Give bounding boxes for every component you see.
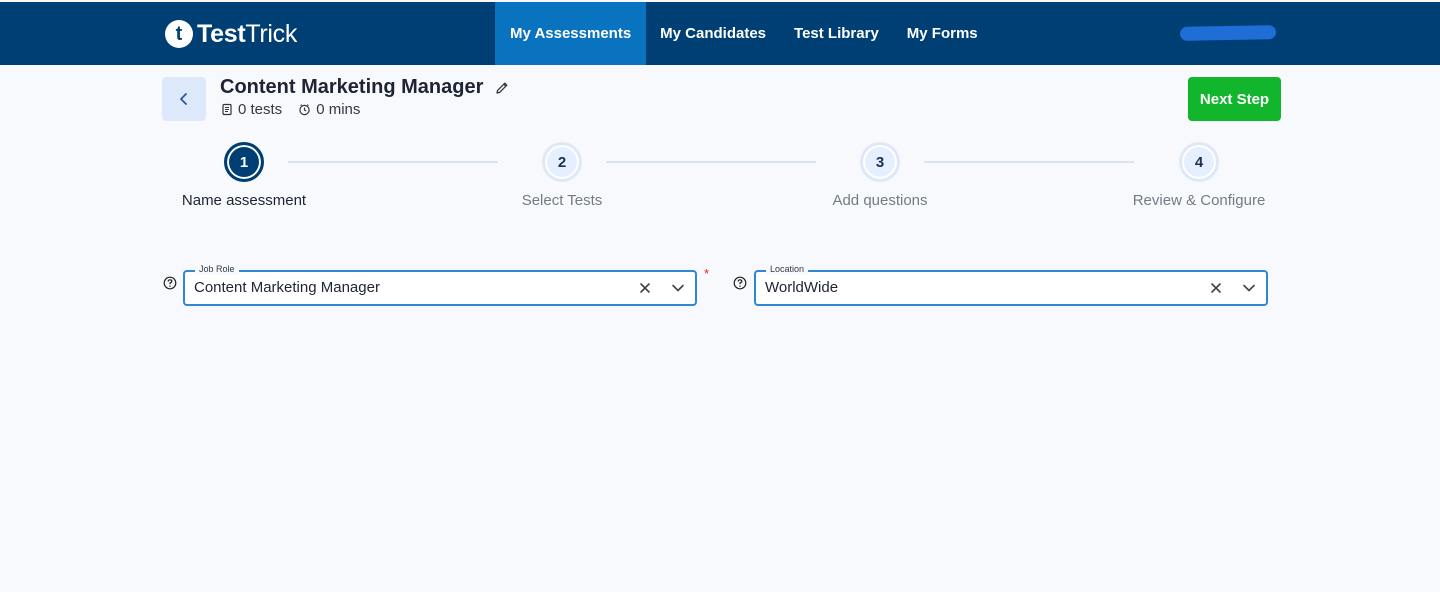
job-role-select[interactable]: Job Role Content Marketing Manager bbox=[183, 263, 697, 306]
step-connector bbox=[606, 161, 816, 163]
location-value: WorldWide bbox=[765, 279, 839, 296]
tests-count: 0 tests bbox=[221, 101, 282, 118]
chevron-down-icon[interactable] bbox=[1242, 283, 1256, 293]
assessment-meta: 0 tests 0 mins bbox=[221, 101, 376, 118]
required-indicator: * bbox=[704, 266, 710, 281]
step-connector bbox=[924, 161, 1134, 163]
close-icon[interactable] bbox=[639, 282, 651, 294]
step-4-label: Review & Configure bbox=[1132, 192, 1266, 209]
brand-logo[interactable]: t TestTrick bbox=[165, 18, 297, 50]
brand-name: TestTrick bbox=[197, 20, 297, 49]
chevron-down-icon[interactable] bbox=[671, 283, 685, 293]
question-circle-icon[interactable] bbox=[733, 276, 747, 290]
nav-test-library[interactable]: Test Library bbox=[780, 2, 893, 65]
tests-count-text: 0 tests bbox=[238, 101, 283, 118]
back-arrow-icon bbox=[180, 93, 187, 105]
brand-name-bold: Test bbox=[197, 19, 246, 48]
clock-icon bbox=[299, 104, 310, 116]
nav-my-candidates[interactable]: My Candidates bbox=[646, 2, 780, 65]
step-1-label: Name assessment bbox=[181, 192, 307, 209]
duration-text: 0 mins bbox=[316, 101, 361, 118]
document-icon bbox=[222, 103, 232, 116]
job-role-label: Job Role bbox=[195, 263, 239, 275]
job-role-value: Content Marketing Manager bbox=[194, 279, 380, 296]
top-nav-bar: t TestTrick My Assessments My Candidates… bbox=[0, 2, 1440, 65]
close-icon[interactable] bbox=[1210, 282, 1222, 294]
step-3-label: Add questions bbox=[832, 192, 928, 209]
brand-logo-mark: t bbox=[165, 20, 193, 48]
nav-my-forms[interactable]: My Forms bbox=[893, 2, 992, 65]
main-nav: My Assessments My Candidates Test Librar… bbox=[495, 2, 992, 65]
pencil-icon[interactable] bbox=[494, 80, 510, 96]
step-1-circle[interactable]: 1 bbox=[224, 142, 264, 182]
user-menu-redacted[interactable] bbox=[1179, 25, 1277, 41]
step-2-label: Select Tests bbox=[521, 192, 603, 209]
progress-stepper: 1 2 3 4 Name assessment Select Tests Add… bbox=[0, 140, 1440, 220]
back-button[interactable] bbox=[162, 77, 206, 121]
step-4-circle[interactable]: 4 bbox=[1179, 142, 1219, 182]
duration: 0 mins bbox=[298, 101, 360, 118]
location-label: Location bbox=[766, 263, 809, 275]
nav-my-assessments[interactable]: My Assessments bbox=[495, 2, 647, 65]
step-2-circle[interactable]: 2 bbox=[542, 142, 582, 182]
brand-name-light: Trick bbox=[245, 19, 298, 48]
next-step-button[interactable]: Next Step bbox=[1188, 77, 1281, 121]
assessment-title: Content Marketing Manager bbox=[220, 76, 484, 98]
location-select[interactable]: Location WorldWide bbox=[754, 263, 1268, 306]
question-circle-icon[interactable] bbox=[163, 276, 177, 290]
step-connector bbox=[288, 161, 498, 163]
step-3-circle[interactable]: 3 bbox=[860, 142, 900, 182]
